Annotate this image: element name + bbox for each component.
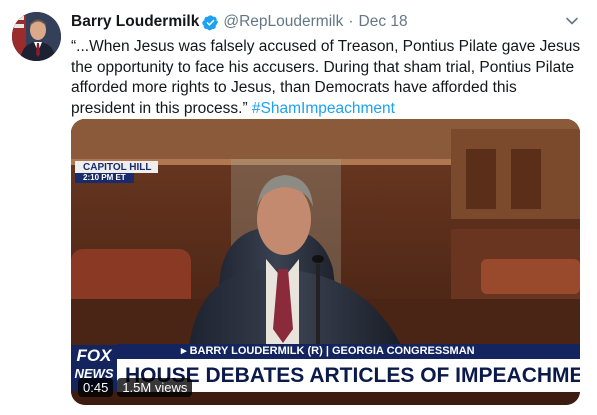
tweet-card[interactable]: Barry Loudermilk @RepLoudermilk · Dec 18… xyxy=(0,0,597,415)
duration-badge: 0:45 xyxy=(78,378,114,397)
tweet-text-line: the opportunity to face his accusers. Du… xyxy=(71,58,575,76)
tweet-date[interactable]: Dec 18 xyxy=(359,13,408,31)
tweet-text-line: afforded more rights to Jesus, than Demo… xyxy=(71,79,517,96)
tweet-text-line: “...When Jesus was falsely accused of Tr… xyxy=(71,38,581,55)
chevron-down-icon[interactable] xyxy=(565,14,579,28)
tweet-header: Barry Loudermilk @RepLoudermilk · Dec 18 xyxy=(71,11,408,33)
header-separator: · xyxy=(348,13,354,30)
chyron-name-bar: ▸ BARRY LOUDERMILK (R) | GEORGIA CONGRES… xyxy=(117,344,580,359)
tweet-text-line: president in this process.” #ShamImpeach… xyxy=(71,99,581,120)
network-logo-top: FOX xyxy=(76,346,112,365)
user-handle[interactable]: @RepLoudermilk xyxy=(223,13,343,31)
avatar[interactable] xyxy=(12,12,61,61)
video-overlay: 0:45 1.5M views xyxy=(78,378,193,397)
time-tag: 2:10 PM ET xyxy=(75,173,134,183)
location-tag: CAPITOL HILL xyxy=(75,161,158,173)
video-player[interactable]: CAPITOL HILL 2:10 PM ET FOX NEWS ▸ BARRY… xyxy=(71,119,580,405)
hashtag-link[interactable]: #ShamImpeachment xyxy=(252,100,395,117)
views-badge: 1.5M views xyxy=(117,378,193,397)
verified-badge-icon xyxy=(202,14,219,31)
tweet-text-tail: president in this process.” xyxy=(71,99,248,117)
tweet-text: “...When Jesus was falsely accused of Tr… xyxy=(71,37,581,119)
display-name[interactable]: Barry Loudermilk xyxy=(71,13,199,31)
